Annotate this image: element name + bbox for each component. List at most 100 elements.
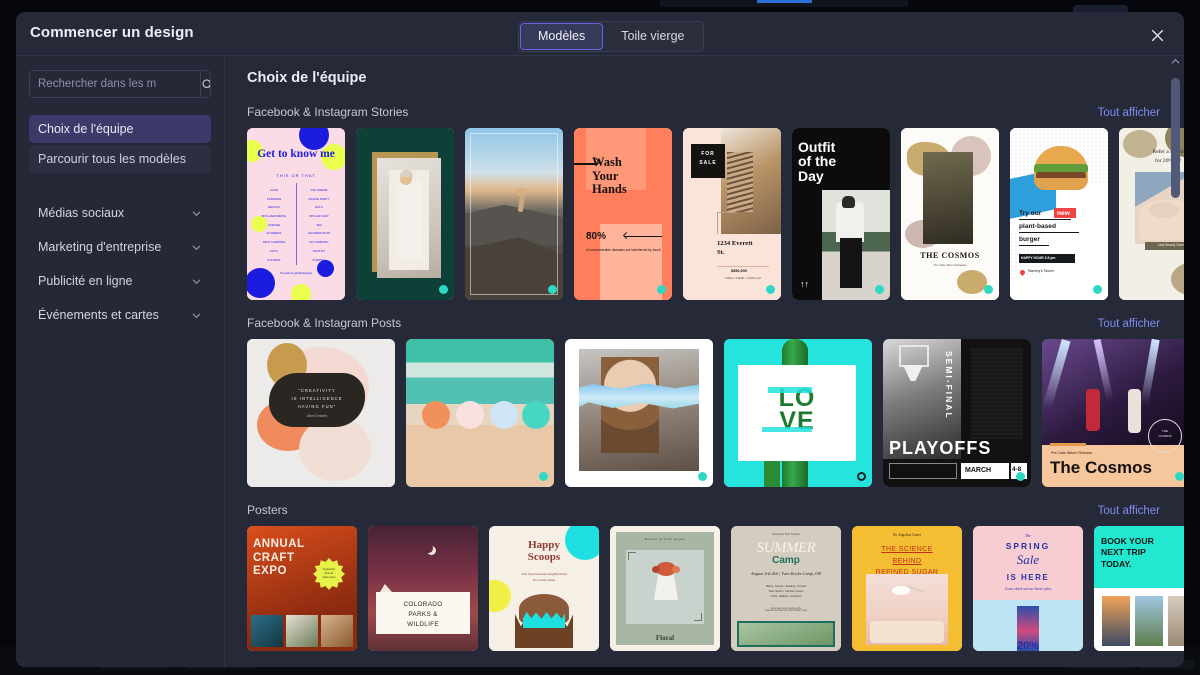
thumbnail-art bbox=[406, 339, 554, 487]
thumbnail-art: Dr. Angelica Carter THE SCIENCE BEHIND R… bbox=[852, 526, 962, 651]
template-card-the-cosmos-story[interactable]: THE COSMOS Pre-Sale Album Release bbox=[901, 128, 999, 300]
section-header-posts: Facebook & Instagram Posts Tout afficher bbox=[247, 316, 1160, 330]
template-card-floral-craft[interactable]: Rooted at Craft House Floral bbox=[610, 526, 720, 651]
template-badge bbox=[875, 285, 884, 294]
card-title2: IS HERE bbox=[1006, 573, 1050, 582]
template-card-the-cosmos-post[interactable]: Pre-Sale Album Release The Cosmos THE CO… bbox=[1042, 339, 1184, 487]
thumbnail-art: Outfit of the Day ↑↑ bbox=[792, 128, 890, 300]
page-title: Choix de l'équipe bbox=[247, 70, 367, 86]
template-badge bbox=[1093, 285, 1102, 294]
close-icon bbox=[1151, 29, 1163, 41]
card-title: Get to know me bbox=[257, 148, 335, 160]
template-badge bbox=[857, 472, 866, 481]
template-card-fashion-portrait[interactable] bbox=[356, 128, 454, 300]
thumbnail-art: SEMI-FINAL PLAYOFFS MARCH 4-8 bbox=[883, 339, 1031, 487]
sidebar-group-online-advertising[interactable]: Publicité en ligne bbox=[29, 264, 211, 298]
thumbnail-art: Pre-Sale Album Release The Cosmos THE CO… bbox=[1042, 339, 1184, 487]
template-card-cliff-handstand[interactable] bbox=[465, 128, 563, 300]
template-card-wash-your-hands[interactable]: Wash Your Hands 80% of communicable dise… bbox=[574, 128, 672, 300]
view-mode-toggle: Modèles Toile vierge bbox=[518, 21, 705, 52]
scroll-up-button[interactable] bbox=[1170, 56, 1181, 67]
section-header-stories: Facebook & Instagram Stories Tout affich… bbox=[247, 105, 1160, 119]
card-body: of communicable diseases are transferred… bbox=[586, 248, 661, 252]
template-badge bbox=[548, 285, 557, 294]
card-title: The Cosmos bbox=[1050, 458, 1153, 477]
thumbnail-art: Hosted by Twin Timbers SUMMER Camp Augus… bbox=[731, 526, 841, 651]
sidebar-group-label: Marketing d'entreprise bbox=[38, 240, 162, 254]
template-card-annual-craft-expo[interactable]: ANNUAL CRAFT EXPO September 20 & 21 10am… bbox=[247, 526, 357, 651]
sidebar-group-events-and-cards[interactable]: Événements et cartes bbox=[29, 298, 211, 332]
card-eyebrow: Pre-Sale Album Release bbox=[1051, 451, 1093, 455]
background-active-tab-indicator bbox=[757, 0, 812, 3]
sidebar: Choix de l'équipe Parcourir tous les mod… bbox=[16, 56, 225, 667]
template-card-playoffs[interactable]: SEMI-FINAL PLAYOFFS MARCH 4-8 bbox=[883, 339, 1031, 487]
template-card-summer-camp[interactable]: Hosted by Twin Timbers SUMMER Camp Augus… bbox=[731, 526, 841, 651]
thumbnail-art: Wash Your Hands 80% of communicable dise… bbox=[574, 128, 672, 300]
template-badge bbox=[657, 285, 666, 294]
tab-blank-canvas[interactable]: Toile vierge bbox=[603, 23, 702, 50]
templates-scrollbar[interactable] bbox=[1170, 56, 1181, 667]
card-stat: 80% bbox=[586, 231, 607, 242]
card-details: Hiking • Canoes • Beading • S'mores Team… bbox=[765, 585, 807, 598]
card-title: COLORADO PARKS & WILDLIFE bbox=[403, 601, 443, 628]
thumbnail-art: Try our new plant-based burger HAPPY HOU… bbox=[1010, 128, 1108, 300]
thumbnail-art: LO VE bbox=[724, 339, 872, 487]
template-card-love-cactus[interactable]: LO VE bbox=[724, 339, 872, 487]
thumbnail-art bbox=[356, 128, 454, 300]
thumbnail-art: Happy Scoops Your New Favorite Neighborh… bbox=[489, 526, 599, 651]
see-all-link-stories[interactable]: Tout afficher bbox=[1098, 107, 1160, 119]
template-card-outfit-of-the-day[interactable]: Outfit of the Day ↑↑ bbox=[792, 128, 890, 300]
see-all-link-posts[interactable]: Tout afficher bbox=[1098, 318, 1160, 330]
tab-templates[interactable]: Modèles bbox=[520, 23, 604, 50]
search-input[interactable] bbox=[30, 78, 200, 90]
sidebar-group-label: Événements et cartes bbox=[38, 308, 159, 322]
search-button[interactable] bbox=[200, 71, 210, 97]
card-author: Albert Einstein bbox=[306, 414, 328, 418]
card-title: Floral bbox=[655, 634, 675, 643]
scrollbar-thumb[interactable] bbox=[1171, 78, 1180, 198]
card-sticker: September 20 & 21 10am–6pm bbox=[322, 568, 336, 579]
template-card-spring-sale[interactable]: The SPRING Sale IS HERE Come check out o… bbox=[973, 526, 1083, 651]
card-footer: Come learn and explore at the beautiful … bbox=[764, 608, 808, 613]
template-card-happy-scoops[interactable]: Happy Scoops Your New Favorite Neighborh… bbox=[489, 526, 599, 651]
thumbnail-art: ANNUAL CRAFT EXPO September 20 & 21 10am… bbox=[247, 526, 357, 651]
chevron-down-icon bbox=[192, 279, 201, 284]
card-venue: Sammy's Tavern bbox=[1028, 269, 1055, 273]
card-side-label: SEMI-FINAL bbox=[944, 351, 954, 420]
template-card-torn-sky-portrait[interactable] bbox=[565, 339, 713, 487]
template-card-beach-palette[interactable] bbox=[406, 339, 554, 487]
template-card-plant-based-burger[interactable]: Try our new plant-based burger HAPPY HOU… bbox=[1010, 128, 1108, 300]
card-line1: Try our bbox=[1019, 210, 1042, 217]
template-badge bbox=[984, 285, 993, 294]
card-address: 1234 Everett St. bbox=[717, 240, 753, 256]
card-discount: 20% bbox=[1016, 640, 1040, 651]
template-row-posts: "CREATIVITY IS INTELLIGENCE HAVING FUN" … bbox=[247, 339, 1184, 487]
template-card-creativity-quote[interactable]: "CREATIVITY IS INTELLIGENCE HAVING FUN" … bbox=[247, 339, 395, 487]
card-highlight: new bbox=[1057, 209, 1070, 217]
scrollbar-track[interactable] bbox=[1171, 68, 1180, 667]
template-card-get-to-know-me[interactable]: Get to know me THIS OR THAT CAKE KARAOKE… bbox=[247, 128, 345, 300]
template-card-refined-sugar[interactable]: Dr. Angelica Carter THE SCIENCE BEHIND R… bbox=[852, 526, 962, 651]
start-design-modal: Commencer un design Modèles Toile vierge bbox=[16, 12, 1184, 667]
sidebar-item-team-picks[interactable]: Choix de l'équipe bbox=[29, 115, 211, 143]
sidebar-group-social-media[interactable]: Médias sociaux bbox=[29, 196, 211, 230]
thumbnail-art: COLORADO PARKS & WILDLIFE bbox=[368, 526, 478, 651]
thumbnail-art: Rooted at Craft House Floral bbox=[610, 526, 720, 651]
card-line3: burger bbox=[1019, 236, 1040, 243]
chevron-down-icon bbox=[192, 313, 201, 318]
sidebar-item-browse-all-templates[interactable]: Parcourir tous les modèles bbox=[29, 145, 211, 173]
sidebar-group-business-marketing[interactable]: Marketing d'entreprise bbox=[29, 230, 211, 264]
modal-body: Choix de l'équipe Parcourir tous les mod… bbox=[16, 56, 1184, 667]
chevron-down-icon bbox=[192, 245, 201, 250]
section-header-posters: Posters Tout afficher bbox=[247, 503, 1160, 517]
search-icon bbox=[202, 78, 210, 88]
card-credit: Template by @definitelyapp bbox=[280, 272, 312, 275]
see-all-link-posters[interactable]: Tout afficher bbox=[1098, 505, 1160, 517]
template-card-colorado-parks[interactable]: COLORADO PARKS & WILDLIFE bbox=[368, 526, 478, 651]
section-title: Facebook & Instagram Stories bbox=[247, 105, 409, 119]
thumbnail-art bbox=[465, 128, 563, 300]
close-button[interactable] bbox=[1146, 24, 1168, 46]
card-arrows: ↑↑ bbox=[800, 279, 809, 290]
template-card-for-sale-listing[interactable]: FOR SALE 1234 Everett St. $350,000 3 Bed… bbox=[683, 128, 781, 300]
card-list-right: ICE CREAM DANCE PARTY HULU 80'S HIP HOP … bbox=[307, 188, 331, 262]
